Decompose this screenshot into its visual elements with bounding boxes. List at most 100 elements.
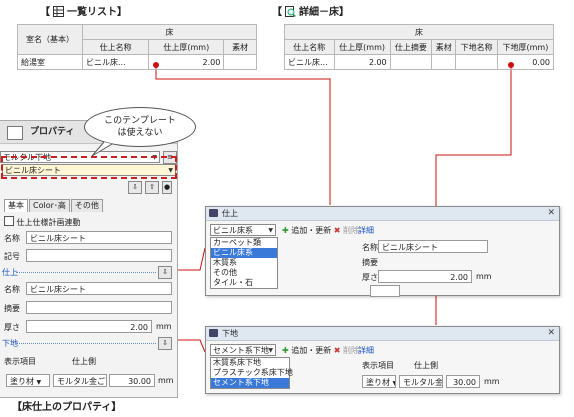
base-dialog: 下地 ✕ セメント系下地 ▼ ✚ 追加・更新 ✖ 削除 詳細 木質系床下地 プラ…	[205, 326, 560, 394]
finish-name-field[interactable]: ビニル床シート	[378, 240, 488, 253]
summary-label: 摘要	[362, 258, 378, 267]
summary-cell[interactable]	[389, 54, 433, 70]
base-category-list[interactable]: 木質系床下地 プラスチック系床下地 セメント系下地	[210, 357, 293, 389]
finish-name-cell[interactable]: ビニル床...	[284, 54, 335, 70]
add-icon[interactable]: ✚	[282, 226, 289, 235]
plan-link-checkbox-row[interactable]: 仕上仕様計画連動	[4, 216, 81, 228]
delete-button[interactable]: 削除	[343, 346, 359, 355]
table-row[interactable]: 給湯室 ビニル床... 2.00	[17, 54, 257, 70]
thickness-cell[interactable]: 2.00	[148, 54, 225, 70]
list-item[interactable]: その他	[211, 268, 277, 278]
name-field[interactable]: ビニル床シート	[26, 231, 172, 244]
list-item-selected[interactable]: ビニル床系	[211, 248, 277, 258]
detail-label: 詳細	[358, 226, 374, 235]
list-item[interactable]: 木質系床下地	[211, 358, 289, 368]
pin-icon[interactable]: ●	[162, 181, 172, 194]
section-divider	[16, 272, 156, 273]
column-header: 仕上厚(mm)	[148, 39, 225, 55]
list-item[interactable]: カーペット類	[211, 238, 277, 248]
add-update-button[interactable]: 追加・更新	[291, 226, 331, 235]
base-category-combo[interactable]: セメント系下地 ▼	[210, 344, 276, 356]
template-highlight-box	[1, 156, 177, 179]
symbol-label: 記号	[4, 252, 20, 261]
base-unit: mm	[158, 376, 174, 385]
list-caption-text: 一覧リスト	[67, 7, 117, 18]
dialog-icon	[209, 329, 218, 337]
paint-combo[interactable]: 塗り材 ▼	[6, 374, 50, 387]
properties-icon	[7, 126, 23, 140]
column-header: 下地厚(mm)	[496, 39, 555, 55]
caption-bracket: 【	[40, 7, 50, 18]
delete-icon[interactable]: ✖	[334, 226, 341, 235]
side-label: 仕上側	[72, 357, 96, 366]
import-icon[interactable]: ⇧	[145, 181, 159, 194]
thickness-field[interactable]: 2.00	[378, 270, 472, 283]
list-item[interactable]: タイル・石	[211, 278, 277, 288]
base-settings-icon[interactable]: ⇩	[158, 337, 172, 350]
list-item[interactable]: プラスチック系床下地	[211, 368, 293, 378]
column-header: 下地名称	[455, 39, 498, 55]
finish-dialog-title-bar: 仕上 ✕	[206, 207, 559, 221]
close-icon[interactable]: ✕	[547, 207, 555, 220]
finish-category-combo[interactable]: ビニル床系 ▼	[210, 224, 276, 236]
finish-name-field[interactable]: ビニル床シート	[26, 282, 172, 295]
base-dialog-title: 下地	[222, 329, 238, 338]
thickness-unit: mm	[156, 322, 172, 331]
base-toolbar: ✚ 追加・更新 ✖ 削除	[282, 345, 359, 356]
base-thickness-field[interactable]: 30.00	[109, 374, 155, 387]
display-item-label: 表示項目	[362, 361, 394, 370]
plan-link-label: 仕上仕様計画連動	[16, 218, 81, 227]
caption-bracket: 【	[272, 7, 282, 18]
thickness-field[interactable]: 2.00	[26, 320, 152, 333]
list-caption: 【 一覧リスト】	[40, 3, 127, 18]
thickness-unit: mm	[476, 272, 492, 281]
finish-name-label: 名称	[362, 243, 378, 252]
tab-basic[interactable]: 基本	[4, 199, 28, 212]
finish-category-list[interactable]: カーペット類 ビニル床系 木質系 その他 タイル・石	[210, 237, 278, 289]
list-item-selected[interactable]: セメント系下地	[211, 378, 289, 388]
base-name-cell[interactable]	[455, 54, 498, 70]
detail-caption: 【 詳細－床】	[272, 3, 349, 18]
finish-name-cell[interactable]: ビニル床...	[81, 54, 150, 70]
tab-other[interactable]: その他	[70, 199, 103, 212]
add-icon[interactable]: ✚	[282, 346, 289, 355]
delete-icon[interactable]: ✖	[334, 346, 341, 355]
summary-field[interactable]	[26, 301, 172, 314]
column-header: 仕上名称	[81, 39, 150, 55]
plan-link-checkbox[interactable]	[4, 216, 14, 226]
base-thickness-field[interactable]: 30.00	[446, 375, 480, 388]
panel-tabs: 基本 Color･高 その他	[4, 199, 104, 212]
marker-dot	[508, 62, 514, 68]
callout-line: は使えない	[117, 128, 163, 138]
thickness-cell[interactable]: 2.00	[333, 54, 391, 70]
base-thickness-cell[interactable]: 0.00	[496, 54, 555, 70]
section-divider	[16, 343, 156, 344]
display-item-label: 表示項目	[4, 357, 36, 366]
table-list-icon	[53, 6, 64, 17]
paint-combo[interactable]: 塗り材 ▼	[362, 375, 396, 388]
material-cell[interactable]	[431, 54, 457, 70]
add-update-button[interactable]: 追加・更新	[291, 346, 331, 355]
base-combo[interactable]: モルタル金ご	[399, 375, 443, 388]
close-icon[interactable]: ✕	[547, 327, 555, 340]
finish-dialog: 仕上 ✕ ビニル床系 ▼ ✚ 追加・更新 ✖ 削除 詳細 カーペット類 ビニル床…	[205, 206, 560, 297]
tab-color-height[interactable]: Color･高	[29, 199, 70, 212]
thickness-label: 厚さ	[362, 273, 378, 282]
finish-dialog-title: 仕上	[222, 209, 238, 218]
base-combo[interactable]: モルタル金ごて	[53, 374, 107, 387]
callout-line: このテンプレート	[104, 116, 176, 126]
chevron-down-icon: ▼	[268, 227, 273, 234]
symbol-field[interactable]	[26, 249, 172, 262]
finish-category-value: ビニル床系	[213, 226, 253, 235]
caption-bracket: 】	[117, 7, 127, 18]
finish-settings-icon[interactable]: ⇩	[158, 266, 172, 279]
list-item[interactable]: 木質系	[211, 258, 277, 268]
chevron-down-icon: ▼	[36, 379, 42, 386]
register-icon[interactable]: ⇩	[128, 181, 142, 194]
room-cell[interactable]: 給湯室	[17, 54, 83, 70]
delete-button[interactable]: 削除	[343, 226, 359, 235]
room-header: 室名（基本）	[17, 24, 83, 55]
material-preview[interactable]	[370, 285, 400, 297]
material-cell[interactable]	[223, 54, 257, 70]
column-header: 素材	[223, 39, 257, 55]
